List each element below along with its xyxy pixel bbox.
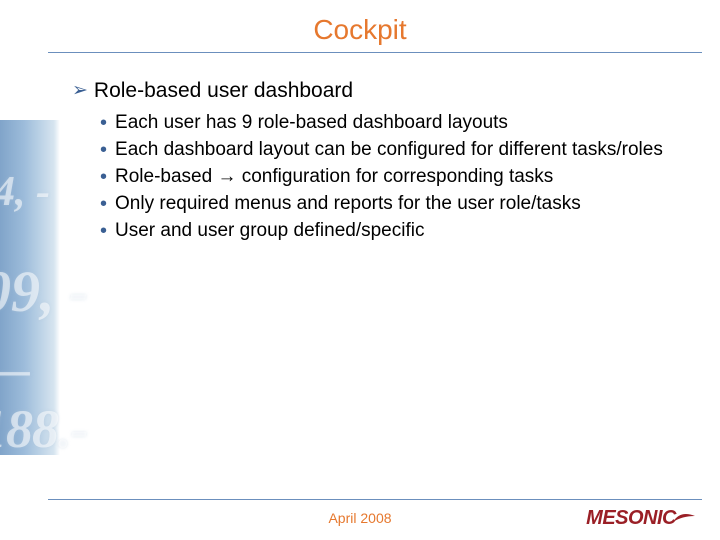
bg-decor-number: 09, - [0,258,88,325]
chevron-right-icon: ➢ [72,78,88,104]
bullet-icon: • [100,137,107,163]
heading-row: ➢ Role-based user dashboard [72,78,690,104]
list-item-text: User and user group defined/specific [115,218,690,244]
list-item: • Each dashboard layout can be configure… [100,137,690,163]
list-item-text: Each user has 9 role-based dashboard lay… [115,110,690,136]
logo-text: MESONIC [586,507,676,530]
bullet-icon: • [100,110,107,136]
footer-divider [48,499,702,500]
bullet-icon: • [100,218,107,244]
list-item: • Role-based → configuration for corresp… [100,164,690,190]
bullet-icon: • [100,164,107,190]
slide-title: Cockpit [0,14,720,46]
list-item: • Each user has 9 role-based dashboard l… [100,110,690,136]
bullet-icon: • [100,191,107,217]
bg-decor-number: 4, - [0,168,50,216]
slide: 4, - 09, - — 188.- Cockpit ➢ Role-based … [0,0,720,540]
list-item: • User and user group defined/specific [100,218,690,244]
title-divider [48,52,702,53]
heading-text: Role-based user dashboard [94,78,353,104]
swoosh-icon [672,512,696,526]
bg-decor-number: — [0,342,28,397]
list-item: • Only required menus and reports for th… [100,191,690,217]
brand-logo: MESONIC [586,507,696,530]
list-item-text: Each dashboard layout can be configured … [115,137,690,163]
bullet-list: • Each user has 9 role-based dashboard l… [100,110,690,244]
list-item-text: Role-based → configuration for correspon… [115,164,690,190]
content-area: ➢ Role-based user dashboard • Each user … [72,78,690,245]
list-item-text: Only required menus and reports for the … [115,191,690,217]
bg-decor-number: 188.- [0,398,87,460]
